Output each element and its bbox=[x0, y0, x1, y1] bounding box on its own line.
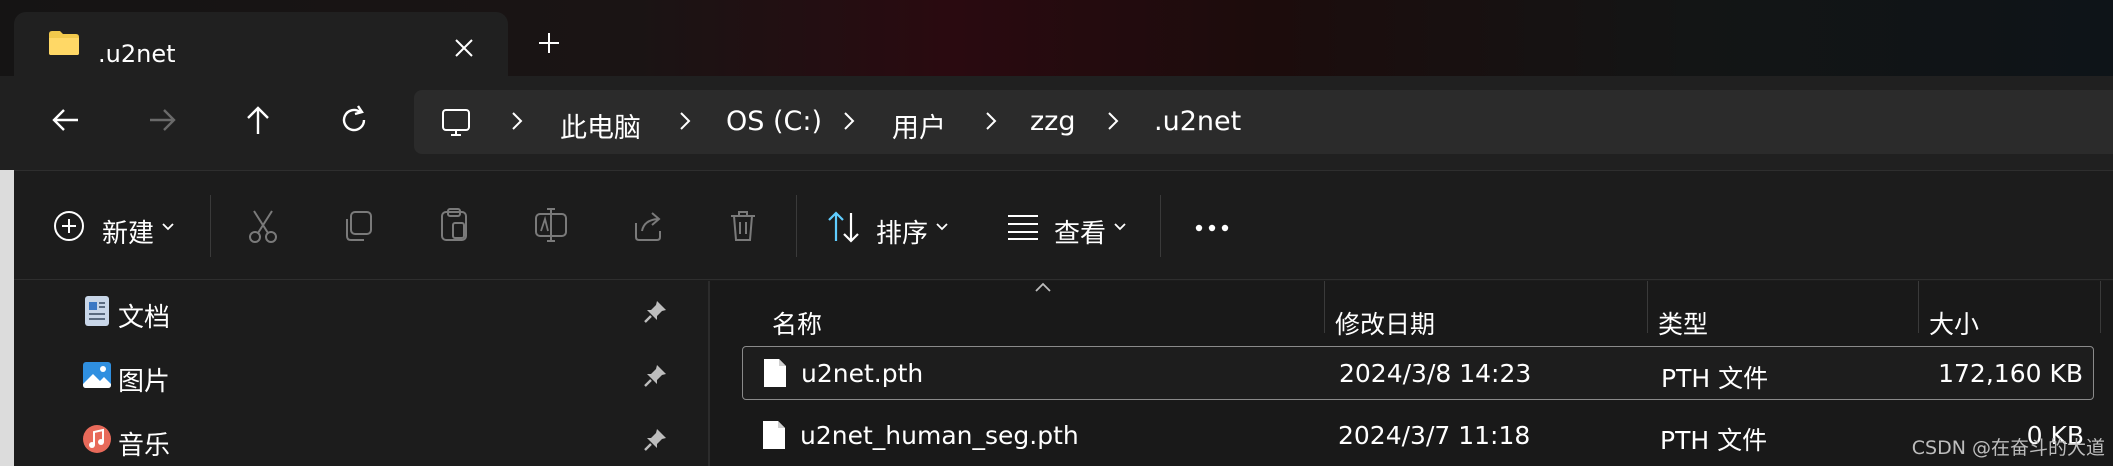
navigation-row: 此电脑 OS (C:) 用户 zzg .u2net bbox=[0, 76, 2113, 170]
sidebar-item-label: 图片 bbox=[118, 367, 171, 397]
sidebar-item-documents[interactable]: 文档 bbox=[14, 281, 706, 343]
title-bar: .u2net bbox=[0, 0, 2113, 76]
file-modified: 2024/3/8 14:23 bbox=[1339, 359, 1532, 388]
sidebar-item-music[interactable]: 音乐 bbox=[14, 409, 706, 466]
music-icon bbox=[83, 425, 111, 453]
view-list-icon[interactable] bbox=[1006, 213, 1040, 241]
column-header-size[interactable]: 大小 bbox=[1919, 293, 2109, 343]
sidebar-item-label: 文档 bbox=[118, 303, 171, 333]
up-button[interactable] bbox=[240, 102, 276, 138]
file-icon bbox=[763, 421, 785, 449]
chevron-right-icon bbox=[512, 112, 523, 130]
chevron-right-icon bbox=[680, 112, 691, 130]
paste-clipboard-icon[interactable] bbox=[438, 207, 470, 243]
sort-button[interactable]: 排序 bbox=[876, 213, 928, 250]
delete-trash-icon[interactable] bbox=[728, 209, 758, 243]
chevron-right-icon bbox=[844, 112, 855, 130]
breadcrumb-this-pc[interactable]: 此电脑 bbox=[560, 106, 641, 145]
file-type: PTH 文件 bbox=[1661, 364, 1769, 393]
refresh-icon bbox=[342, 105, 366, 132]
column-header-label: 类型 bbox=[1658, 310, 1709, 339]
file-size: 172,160 KB bbox=[1938, 359, 2083, 388]
table-row[interactable]: u2net_human_seg.pth 2024/3/7 11:18 PTH 文… bbox=[742, 409, 2094, 463]
divider bbox=[1160, 195, 1161, 257]
column-header-modified[interactable]: 修改日期 bbox=[1325, 293, 1647, 343]
tab-u2net[interactable]: .u2net bbox=[14, 12, 508, 76]
file-icon bbox=[764, 359, 786, 387]
view-button[interactable]: 查看 bbox=[1054, 213, 1106, 250]
cut-scissors-icon[interactable] bbox=[246, 209, 280, 245]
column-header-name[interactable]: 名称 bbox=[710, 293, 1324, 343]
file-type: PTH 文件 bbox=[1660, 426, 1768, 455]
command-bar: 新建 排序 查看 bbox=[0, 170, 2113, 280]
breadcrumb-os-c[interactable]: OS (C:) bbox=[726, 106, 822, 137]
copy-icon[interactable] bbox=[342, 209, 374, 243]
folder-icon bbox=[49, 31, 79, 55]
chevron-right-icon bbox=[1108, 112, 1119, 130]
column-header-label: 名称 bbox=[772, 310, 823, 339]
sort-ascending-caret-icon bbox=[1035, 282, 1051, 292]
refresh-button[interactable] bbox=[336, 102, 372, 138]
file-modified: 2024/3/7 11:18 bbox=[1338, 421, 1531, 450]
rename-icon[interactable] bbox=[534, 207, 568, 243]
share-icon[interactable] bbox=[632, 209, 664, 243]
back-button[interactable] bbox=[48, 102, 84, 138]
table-row[interactable]: u2net.pth 2024/3/8 14:23 PTH 文件 172,160 … bbox=[742, 346, 2094, 400]
navigation-pane: 文档 图片 音乐 bbox=[14, 281, 706, 466]
pin-icon[interactable] bbox=[642, 299, 668, 325]
file-name: u2net_human_seg.pth bbox=[800, 421, 1079, 450]
forward-button[interactable] bbox=[144, 102, 180, 138]
chevron-down-icon[interactable] bbox=[1112, 219, 1128, 235]
forward-arrow-icon bbox=[150, 109, 176, 131]
sidebar-item-pictures[interactable]: 图片 bbox=[14, 345, 706, 407]
pictures-icon bbox=[83, 362, 111, 388]
chevron-down-icon[interactable] bbox=[160, 219, 176, 235]
pin-icon[interactable] bbox=[642, 363, 668, 389]
new-plus-circle-icon[interactable] bbox=[52, 209, 86, 243]
new-button[interactable]: 新建 bbox=[102, 213, 154, 250]
address-bar[interactable]: 此电脑 OS (C:) 用户 zzg .u2net bbox=[414, 90, 2113, 154]
more-options-icon[interactable] bbox=[1194, 223, 1230, 233]
documents-icon bbox=[85, 296, 109, 326]
sort-arrows-icon[interactable] bbox=[826, 209, 862, 245]
file-name: u2net.pth bbox=[801, 359, 924, 388]
pin-icon[interactable] bbox=[642, 427, 668, 453]
chevron-right-icon bbox=[986, 112, 997, 130]
back-arrow-icon bbox=[52, 109, 78, 131]
watermark: CSDN @在奋斗的大道 bbox=[1911, 437, 2105, 459]
divider bbox=[210, 195, 211, 257]
breadcrumb-zzg[interactable]: zzg bbox=[1030, 106, 1075, 137]
file-list: 名称 修改日期 类型 大小 u2net.pth 2024/3/8 14:23 P… bbox=[710, 281, 2113, 466]
column-header-type[interactable]: 类型 bbox=[1648, 293, 1918, 343]
sidebar-item-label: 音乐 bbox=[118, 431, 171, 461]
divider bbox=[796, 195, 797, 257]
column-header-label: 大小 bbox=[1929, 310, 1980, 339]
window-left-edge bbox=[0, 170, 14, 466]
breadcrumb-u2net[interactable]: .u2net bbox=[1154, 106, 1241, 137]
column-divider[interactable] bbox=[2100, 281, 2101, 333]
breadcrumb-users[interactable]: 用户 bbox=[892, 106, 946, 145]
close-icon[interactable] bbox=[452, 36, 476, 60]
column-header-label: 修改日期 bbox=[1335, 310, 1436, 339]
computer-icon bbox=[442, 109, 470, 136]
chevron-down-icon[interactable] bbox=[934, 219, 950, 235]
new-tab-plus-icon[interactable] bbox=[536, 30, 562, 56]
file-explorer-window: .u2net 此电脑 OS (C:) 用户 zzg .u2net 新建 排序 查… bbox=[0, 0, 2113, 466]
tab-title: .u2net bbox=[98, 40, 176, 68]
up-arrow-icon bbox=[247, 106, 269, 134]
